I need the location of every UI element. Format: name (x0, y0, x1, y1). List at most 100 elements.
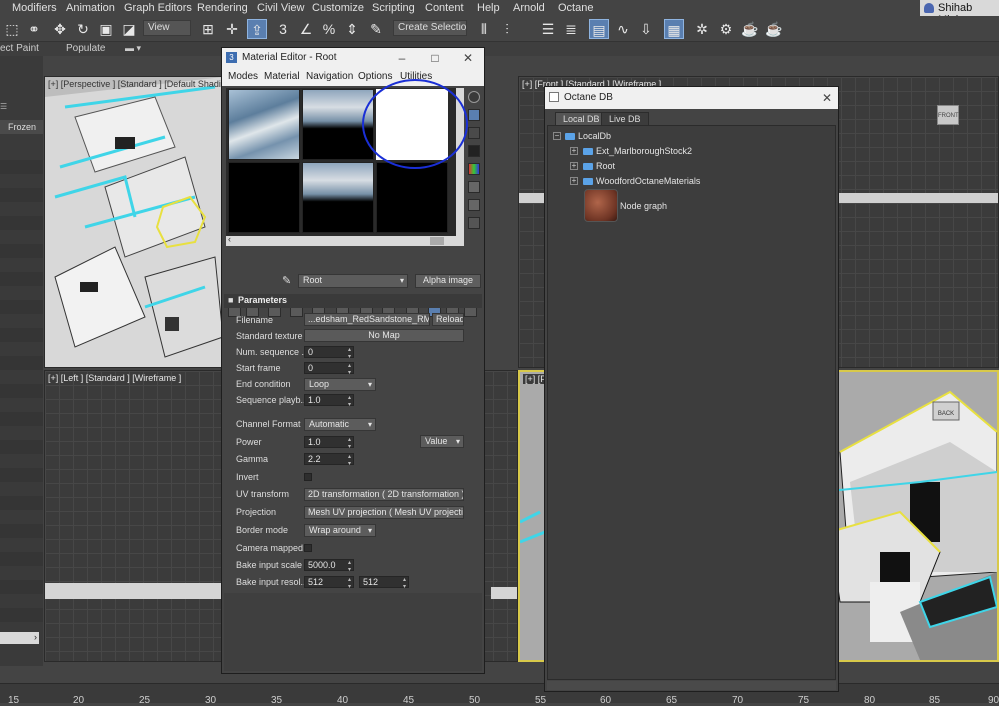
toggle-ribbon-icon[interactable]: ▤ (589, 19, 609, 39)
tree-item-root[interactable]: Root (596, 161, 615, 171)
num-sequence-spinner[interactable]: 0 (304, 346, 354, 360)
menu-octane[interactable]: Octane (558, 2, 593, 14)
keyboard-shortcut-toggle-icon[interactable]: ⇪ (247, 19, 267, 39)
percent-snap-icon[interactable]: % (319, 19, 339, 39)
tree-item-ext-marlborough[interactable]: Ext_MarlboroughStock2 (596, 146, 692, 156)
menu-help[interactable]: Help (477, 2, 500, 14)
named-selection-set-dropdown[interactable]: Create Selection Se (393, 20, 467, 36)
scale-icon[interactable]: ▣ (96, 19, 116, 39)
slots-horizontal-scrollbar[interactable]: ‹ (226, 234, 464, 246)
invert-checkbox[interactable] (304, 473, 312, 481)
gamma-spinner[interactable]: 2.2 (304, 453, 354, 467)
tab-local-db[interactable]: Local DB (555, 112, 608, 126)
parameters-rollout-header[interactable]: ■ Parameters (224, 294, 482, 308)
expand-arrow-icon[interactable]: › (0, 632, 39, 644)
select-by-material-icon[interactable] (468, 217, 480, 229)
standard-texture-button[interactable]: No Map (304, 329, 464, 342)
layer-explorer-icon[interactable]: ≣ (561, 19, 581, 39)
reload-button[interactable]: Reload (432, 313, 464, 326)
expand-icon[interactable]: + (570, 162, 578, 170)
pivot-icon[interactable]: ⊞ (198, 19, 218, 39)
snap-toggle-icon[interactable]: 3 (273, 19, 293, 39)
menu-rendering[interactable]: Rendering (197, 2, 248, 14)
menu-content[interactable]: Content (425, 2, 464, 14)
scene-explorer-icon[interactable]: ☰ (538, 19, 558, 39)
menu-graph-editors[interactable]: Graph Editors (124, 2, 192, 14)
material-editor-titlebar[interactable]: 3 Material Editor - Root – □ ✕ (222, 48, 484, 68)
make-preview-icon[interactable] (468, 181, 480, 193)
projection-button[interactable]: Mesh UV projection ( Mesh UV projection … (304, 506, 464, 519)
rotate-icon[interactable]: ↻ (73, 19, 93, 39)
end-condition-dropdown[interactable]: Loop (304, 378, 376, 391)
tab-live-db[interactable]: Live DB (601, 112, 649, 126)
viewport-label-left[interactable]: [+] [Left ] [Standard ] [Wireframe ] (48, 373, 181, 383)
scene-list[interactable] (0, 146, 43, 626)
expand-icon[interactable]: + (570, 147, 578, 155)
material-editor-icon[interactable]: ▦ (664, 19, 684, 39)
menu-material[interactable]: Material (264, 71, 300, 82)
move-icon[interactable]: ✥ (50, 19, 70, 39)
front-viewcube[interactable]: FRONT (937, 105, 959, 125)
power-spinner[interactable]: 1.0 (304, 436, 354, 450)
uv-transform-button[interactable]: 2D transformation ( 2D transformation ) (304, 488, 464, 501)
menu-modifiers[interactable]: Modifiers (12, 2, 57, 14)
close-icon[interactable]: ✕ (460, 50, 476, 66)
ribbon-options-icon[interactable]: ▬ ▾ (125, 43, 141, 54)
viewport-label-perspective[interactable]: [+] [Perspective ] [Standard ] [Default … (48, 79, 221, 89)
rendered-frame-window-icon[interactable]: ⚙ (716, 19, 736, 39)
menu-civil-view[interactable]: Civil View (257, 2, 304, 14)
alpha-image-button[interactable]: Alpha image (415, 274, 481, 288)
sample-slot-1[interactable] (228, 89, 300, 160)
menu-customize[interactable]: Customize (312, 2, 364, 14)
octane-db-titlebar[interactable]: Octane DB ✕ (545, 87, 838, 109)
menu-arnold[interactable]: Arnold (513, 2, 545, 14)
spinner-snap-icon[interactable]: ⇕ (342, 19, 362, 39)
viewport-perspective[interactable]: [+] [Perspective ] [Standard ] [Default … (44, 76, 222, 368)
node-graph-label[interactable]: Node graph (620, 201, 667, 211)
scroll-left-icon[interactable]: ‹ (228, 234, 231, 244)
border-mode-dropdown[interactable]: Wrap around (304, 524, 376, 537)
bake-resolution-y-spinner[interactable]: 512 (359, 576, 409, 590)
scroll-thumb[interactable] (430, 237, 444, 245)
sample-slot-4[interactable] (228, 162, 300, 233)
menu-scripting[interactable]: Scripting (372, 2, 415, 14)
align-icon[interactable]: ⫶ (497, 19, 517, 39)
channel-format-dropdown[interactable]: Automatic (304, 418, 376, 431)
place-icon[interactable]: ◪ (119, 19, 139, 39)
expand-icon[interactable]: + (570, 177, 578, 185)
maximize-icon[interactable]: □ (427, 50, 443, 66)
bake-input-scale-spinner[interactable]: 5000.0 (304, 559, 354, 573)
edit-named-selection-icon[interactable]: ✎ (366, 19, 386, 39)
angle-snap-icon[interactable]: ∠ (296, 19, 316, 39)
eyedropper-icon[interactable]: ✎ (282, 274, 291, 287)
collapse-icon[interactable]: − (553, 132, 561, 140)
menu-navigation[interactable]: Navigation (306, 71, 353, 82)
render-setup-icon[interactable]: ✲ (692, 19, 712, 39)
curve-editor-icon[interactable]: ∿ (613, 19, 633, 39)
user-account[interactable]: Shihab Miah (920, 0, 999, 26)
start-frame-spinner[interactable]: 0 (304, 362, 354, 376)
tree-item-woodford[interactable]: WoodfordOctaneMaterials (596, 176, 700, 186)
sequence-playback-spinner[interactable]: 1.0 (304, 394, 354, 408)
select-region-icon[interactable]: ⬚ (2, 19, 22, 39)
link-icon[interactable]: ⚭ (24, 19, 44, 39)
power-mode-dropdown[interactable]: Value (420, 435, 464, 448)
bake-resolution-x-spinner[interactable]: 512 (304, 576, 354, 590)
reference-coordinate-dropdown[interactable]: View (143, 20, 191, 36)
timeline-ruler[interactable]: 15 20 25 30 35 40 45 50 55 60 65 70 75 8… (0, 683, 999, 706)
select-manipulate-icon[interactable]: ✛ (222, 19, 242, 39)
close-icon[interactable]: ✕ (819, 90, 835, 106)
tree-item-localdb[interactable]: LocalDb (578, 131, 611, 141)
render-iterative-icon[interactable]: ☕ (764, 19, 784, 39)
node-graph-thumbnail[interactable] (584, 189, 618, 222)
camera-mapped-checkbox[interactable] (304, 544, 312, 552)
filename-value[interactable]: ...edsham_RedSandstone_RM.png (304, 313, 430, 326)
populate-label[interactable]: Populate (66, 43, 105, 54)
schematic-view-icon[interactable]: ⇩ (636, 19, 656, 39)
mirror-icon[interactable]: ⫴ (474, 19, 494, 39)
options-icon[interactable] (468, 199, 480, 211)
material-name-combo[interactable]: Root (298, 274, 408, 288)
object-paint-label[interactable]: ect Paint (0, 43, 39, 54)
menu-modes[interactable]: Modes (228, 71, 258, 82)
render-production-icon[interactable]: ☕ (740, 19, 760, 39)
